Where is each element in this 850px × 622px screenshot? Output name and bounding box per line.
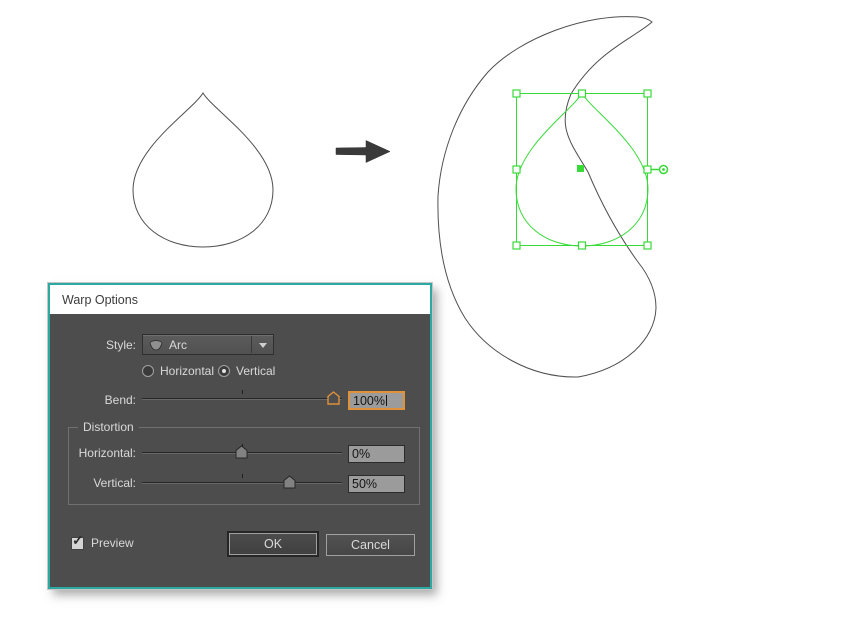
- style-label: Style:: [105, 338, 136, 352]
- preview-checkbox-row[interactable]: ✓ Preview: [71, 532, 134, 550]
- selection-center-point[interactable]: [577, 165, 584, 172]
- distortion-horizontal-slider-handle[interactable]: [235, 445, 248, 459]
- arc-warp-icon: [149, 339, 163, 350]
- chevron-down-icon: [259, 343, 267, 348]
- radio-horizontal[interactable]: Horizontal: [142, 364, 214, 378]
- radio-horizontal-circle[interactable]: [142, 365, 154, 377]
- distortion-horizontal-label: Horizontal:: [78, 446, 136, 460]
- distortion-legend: Distortion: [78, 420, 139, 434]
- style-dropdown-value: Arc: [169, 337, 187, 352]
- handle-top-right[interactable]: [643, 89, 652, 98]
- source-teardrop-path[interactable]: [132, 92, 274, 248]
- bend-value-text: 100%: [353, 394, 385, 408]
- ok-button-label: OK: [263, 537, 283, 551]
- checkmark-icon: ✓: [72, 531, 84, 548]
- distortion-vertical-value: 50%: [352, 477, 378, 491]
- preview-checkbox[interactable]: ✓: [71, 532, 84, 550]
- bend-slider-tick: [242, 390, 243, 394]
- selection-overlay: [512, 89, 669, 250]
- dialog-titlebar[interactable]: Warp Options: [50, 285, 430, 314]
- distortion-horizontal-value: 0%: [352, 447, 371, 461]
- radio-vertical[interactable]: Vertical: [218, 364, 275, 378]
- bend-slider-handle[interactable]: [327, 391, 340, 405]
- dropdown-separator: [251, 336, 252, 353]
- handle-bottom-left[interactable]: [512, 241, 521, 250]
- bend-label: Bend:: [104, 393, 136, 407]
- radio-vertical-label: Vertical: [236, 364, 276, 378]
- handle-bottom-right[interactable]: [643, 241, 652, 250]
- distortion-horizontal-slider-track[interactable]: [142, 444, 342, 459]
- bend-value-input[interactable]: 100%: [348, 391, 405, 410]
- rotate-target-dot: [662, 168, 665, 171]
- dialog-body: Style: Arc Horizontal Vertical Bend: 100…: [50, 314, 430, 587]
- distortion-vertical-tick: [242, 474, 243, 478]
- style-dropdown[interactable]: Arc: [142, 334, 274, 355]
- transform-arrow-icon: [335, 140, 391, 163]
- distortion-group: Distortion Horizontal: 0% Vertical: 50%: [68, 420, 420, 505]
- handle-top-left[interactable]: [512, 89, 521, 98]
- illustrator-canvas: { "window": { "title": "Warp Options" },…: [0, 0, 850, 622]
- distortion-vertical-slider-track[interactable]: [142, 474, 342, 489]
- radio-horizontal-label: Horizontal: [160, 364, 215, 378]
- warped-result-path[interactable]: [437, 16, 657, 378]
- handle-bottom-center[interactable]: [577, 241, 587, 250]
- preview-label: Preview: [91, 536, 134, 550]
- handle-mid-left[interactable]: [512, 165, 521, 174]
- distortion-vertical-input[interactable]: 50%: [348, 475, 405, 493]
- handle-mid-right[interactable]: [643, 165, 652, 174]
- radio-vertical-circle[interactable]: [218, 365, 230, 377]
- cancel-button-label: Cancel: [351, 538, 390, 552]
- ok-button[interactable]: OK: [229, 533, 317, 555]
- distortion-vertical-slider-handle[interactable]: [283, 475, 296, 489]
- dialog-title: Warp Options: [62, 292, 138, 307]
- distortion-vertical-label: Vertical:: [93, 476, 136, 490]
- handle-top-center[interactable]: [577, 89, 587, 98]
- cancel-button[interactable]: Cancel: [326, 534, 415, 556]
- distortion-horizontal-input[interactable]: 0%: [348, 445, 405, 463]
- warp-options-dialog: Warp Options Style: Arc Horizontal Verti…: [48, 283, 432, 589]
- text-caret: [385, 395, 387, 406]
- bend-slider-track[interactable]: [142, 390, 342, 405]
